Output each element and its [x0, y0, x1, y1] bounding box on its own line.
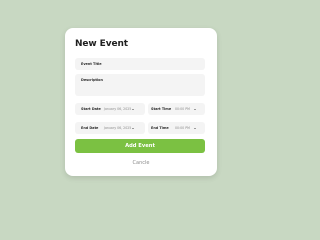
chevron-down-icon[interactable] — [132, 108, 134, 110]
start-time-label: Start Time — [151, 107, 172, 111]
new-event-dialog: New Event Event Title Description Start … — [65, 28, 217, 176]
description-placeholder: Description — [81, 78, 103, 82]
start-date-value: January 06, 2025 — [104, 107, 132, 112]
add-event-button[interactable]: Add Event — [75, 139, 205, 153]
chevron-down-icon[interactable] — [194, 127, 196, 129]
end-date-label: End Date — [81, 126, 99, 130]
start-time-value: 00:00 PM — [175, 107, 190, 112]
cancel-button[interactable]: Cancle — [125, 159, 157, 167]
chevron-down-icon[interactable] — [132, 127, 134, 129]
start-time-field[interactable]: Start Time 00:00 PM — [148, 103, 205, 115]
end-time-label: End Time — [151, 126, 169, 130]
end-time-field[interactable]: End Time 00:00 PM — [148, 122, 205, 134]
event-title-field[interactable]: Event Title — [75, 58, 205, 70]
description-field[interactable]: Description — [75, 74, 205, 96]
event-title-placeholder: Event Title — [81, 62, 102, 66]
end-date-field[interactable]: End Date January 06, 2025 — [75, 122, 145, 134]
end-date-value: January 06, 2025 — [104, 126, 132, 131]
end-time-value: 00:00 PM — [175, 126, 190, 131]
dialog-title: New Event — [75, 39, 129, 49]
start-date-field[interactable]: Start Date January 06, 2025 — [75, 103, 145, 115]
chevron-down-icon[interactable] — [194, 108, 196, 110]
start-date-label: Start Date — [81, 107, 101, 111]
